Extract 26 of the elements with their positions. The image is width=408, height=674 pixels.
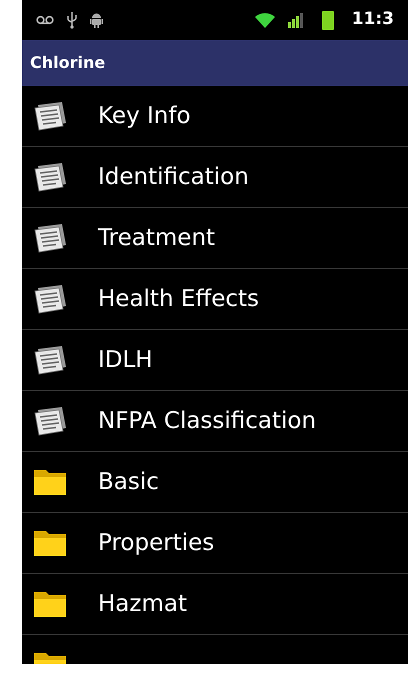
usb-icon — [66, 11, 78, 29]
document-stack-icon — [32, 101, 68, 131]
list-item[interactable]: Health Effects — [22, 269, 408, 330]
title: Chlorine — [30, 52, 106, 74]
folder-icon — [32, 589, 68, 619]
list-item[interactable]: Basic — [22, 452, 408, 513]
battery-icon — [322, 10, 334, 30]
document-stack-icon — [32, 284, 68, 314]
list-item[interactable]: Properties — [22, 513, 408, 574]
wifi-icon — [254, 12, 276, 28]
list-item[interactable]: Treatment — [22, 208, 408, 269]
list-item[interactable]: Key Info — [22, 86, 408, 147]
document-stack-icon — [32, 345, 68, 375]
folder-icon — [32, 467, 68, 497]
voicemail-icon — [36, 15, 54, 25]
list-item[interactable]: NFPA Classification — [22, 391, 408, 452]
list-item[interactable]: Identification — [22, 147, 408, 208]
document-stack-icon — [32, 162, 68, 192]
list-item[interactable]: IDLH — [22, 330, 408, 391]
document-stack-icon — [32, 223, 68, 253]
android-icon — [90, 12, 103, 28]
status-time: 11:3 — [352, 8, 394, 32]
list-item[interactable]: Hazmat — [22, 574, 408, 635]
folder-icon — [32, 528, 68, 558]
signal-icon — [288, 12, 304, 28]
document-stack-icon — [32, 406, 68, 436]
